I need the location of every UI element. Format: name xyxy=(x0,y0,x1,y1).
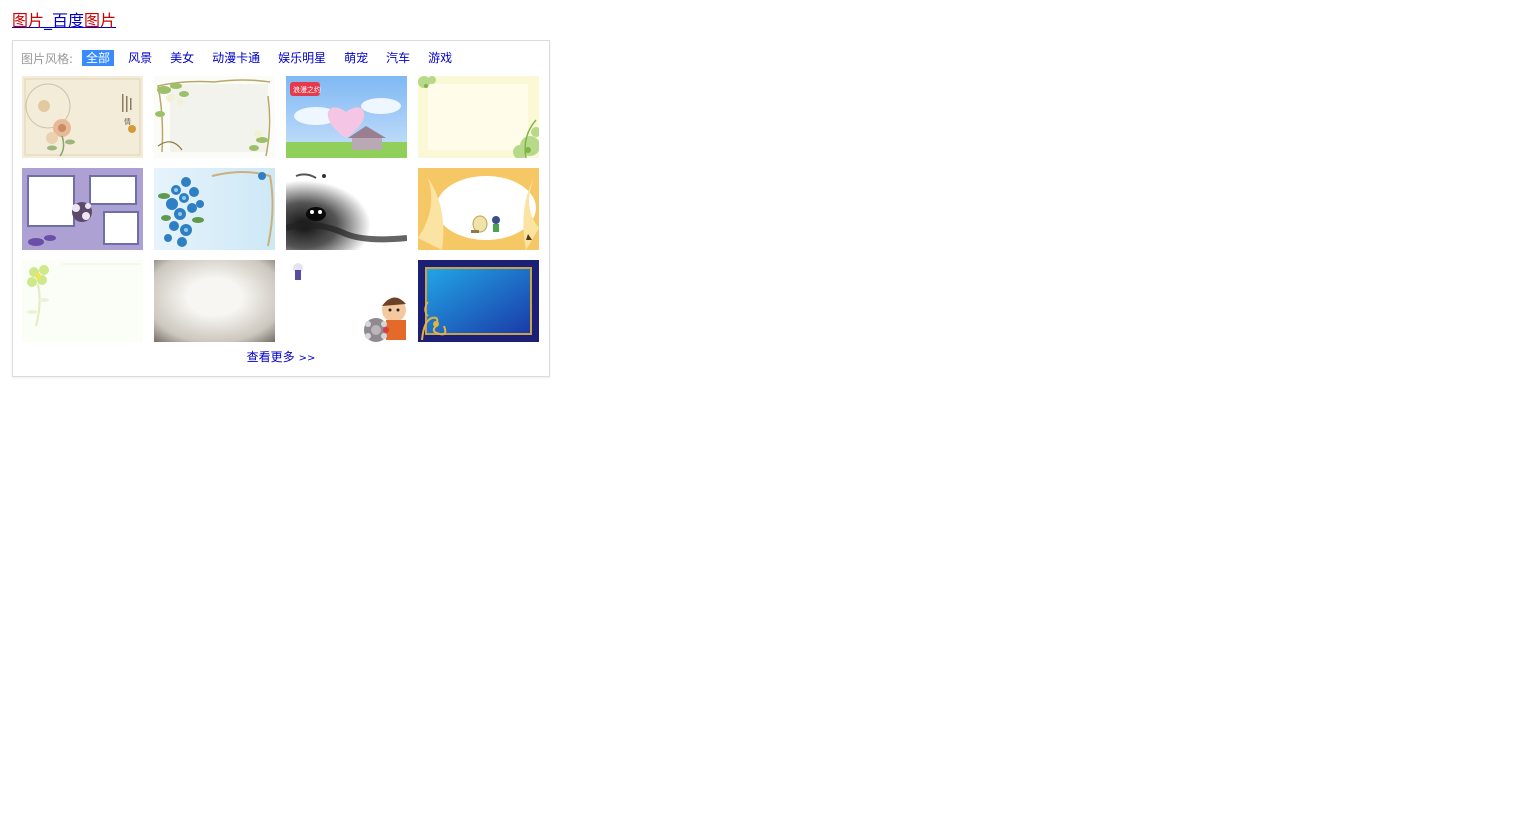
thumbnail-image[interactable] xyxy=(22,168,143,250)
filter-tab-anime[interactable]: 动漫卡通 xyxy=(208,50,264,66)
thumbnail-image[interactable] xyxy=(154,260,275,342)
filter-tab-all[interactable]: 全部 xyxy=(82,50,115,66)
thumbnail-image[interactable] xyxy=(154,168,275,250)
thumbnail-image[interactable]: 浪漫之约 xyxy=(286,76,407,158)
filter-tab-pets[interactable]: 萌宠 xyxy=(340,50,372,66)
thumbnail-badge: 浪漫之约 xyxy=(293,85,321,94)
view-more-arrow: >> xyxy=(298,353,316,364)
thumbnail-image[interactable] xyxy=(154,76,275,158)
filter-tab-celebrity[interactable]: 娱乐明星 xyxy=(274,50,330,66)
thumbnail-image[interactable] xyxy=(418,76,539,158)
filter-label: 图片风格: xyxy=(21,51,74,66)
filter-tab-cars[interactable]: 汽车 xyxy=(382,50,414,66)
image-result-card: 图片风格: 全部 风景 美女 动漫卡通 娱乐明星 萌宠 汽车 游戏 情 浪漫之约… xyxy=(12,40,550,377)
title-highlight-2: 图片 xyxy=(84,11,117,30)
thumbnail-image[interactable] xyxy=(22,260,143,342)
style-filter-bar: 图片风格: 全部 风景 美女 动漫卡通 娱乐明星 萌宠 汽车 游戏 xyxy=(21,50,466,66)
filter-tab-beauty[interactable]: 美女 xyxy=(166,50,198,66)
title-text: _百度 xyxy=(44,11,85,30)
thumbnail-image[interactable] xyxy=(286,168,407,250)
svg-text:情: 情 xyxy=(124,117,131,126)
view-more-link[interactable]: 查看更多 >> xyxy=(13,348,549,365)
filter-tab-games[interactable]: 游戏 xyxy=(424,50,456,66)
thumbnail-image[interactable] xyxy=(418,168,539,250)
result-title-link[interactable]: 图片_百度图片 xyxy=(12,11,116,31)
filter-tab-scenery[interactable]: 风景 xyxy=(124,50,156,66)
thumbnail-grid: 情 浪漫之约 xyxy=(22,76,539,342)
thumbnail-image[interactable] xyxy=(286,260,407,342)
thumbnail-image[interactable] xyxy=(418,260,539,342)
view-more-label: 查看更多 xyxy=(246,350,295,364)
title-highlight-1: 图片 xyxy=(12,11,45,30)
thumbnail-image[interactable]: 情 xyxy=(22,76,143,158)
